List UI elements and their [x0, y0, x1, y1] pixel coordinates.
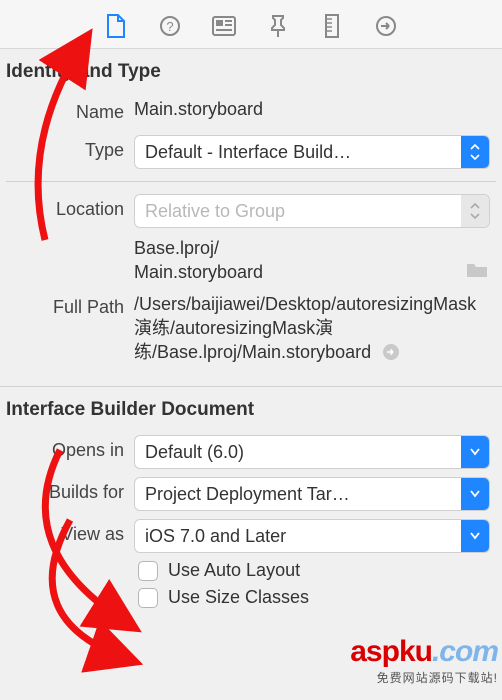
watermark-brand: aspku — [350, 635, 432, 668]
name-label: Name — [6, 97, 134, 127]
folder-icon — [466, 261, 488, 279]
opensin-value: Default (6.0) — [135, 442, 461, 463]
ruler-icon — [324, 14, 340, 38]
type-popup-value: Default - Interface Build… — [135, 142, 461, 163]
fullpath-text: /Users/baijiawei/Desktop/autoresizingMas… — [134, 294, 476, 362]
fullpath-label: Full Path — [6, 292, 134, 322]
watermark: aspku.com 免费网站源码下载站! — [350, 635, 498, 686]
sizeclasses-row: Use Size Classes — [0, 584, 502, 611]
fullpath-value: /Users/baijiawei/Desktop/autoresizingMas… — [134, 292, 496, 364]
use-autolayout-label: Use Auto Layout — [168, 560, 300, 581]
location-popup-value: Relative to Group — [135, 201, 461, 222]
buildsfor-value: Project Deployment Tar… — [135, 484, 461, 505]
file-icon — [106, 14, 126, 38]
identity-icon — [212, 16, 236, 36]
fullpath-row: Full Path /Users/baijiawei/Desktop/autor… — [0, 288, 502, 368]
pin-icon — [267, 14, 289, 38]
name-value[interactable]: Main.storyboard — [134, 97, 496, 121]
chevron-down-icon — [461, 436, 489, 468]
location-path: Base.lproj/ Main.storyboard — [134, 236, 466, 284]
viewas-value: iOS 7.0 and Later — [135, 526, 461, 547]
chevron-updown-icon — [461, 136, 489, 168]
chevron-down-icon — [461, 478, 489, 510]
svg-text:?: ? — [166, 19, 173, 34]
viewas-row: View as iOS 7.0 and Later — [0, 515, 502, 557]
location-path-row: Base.lproj/ Main.storyboard — [0, 232, 502, 288]
opensin-row: Opens in Default (6.0) — [0, 431, 502, 473]
file-inspector-tab[interactable] — [104, 14, 128, 38]
connections-icon — [375, 15, 397, 37]
use-sizeclasses-checkbox[interactable] — [138, 588, 158, 608]
quick-help-tab[interactable]: ? — [158, 14, 182, 38]
choose-folder-button[interactable] — [466, 261, 488, 284]
chevron-updown-icon — [461, 195, 489, 227]
attributes-inspector-tab[interactable] — [266, 14, 290, 38]
buildsfor-row: Builds for Project Deployment Tar… — [0, 473, 502, 515]
buildsfor-popup[interactable]: Project Deployment Tar… — [134, 477, 490, 511]
autolayout-row: Use Auto Layout — [0, 557, 502, 584]
type-row: Type Default - Interface Build… — [0, 131, 502, 173]
name-row: Name Main.storyboard — [0, 93, 502, 131]
chevron-down-icon — [461, 520, 489, 552]
identity-inspector-tab[interactable] — [212, 14, 236, 38]
size-inspector-tab[interactable] — [320, 14, 344, 38]
opensin-popup[interactable]: Default (6.0) — [134, 435, 490, 469]
ibdoc-section-title: Interface Builder Document — [0, 387, 502, 431]
use-autolayout-checkbox[interactable] — [138, 561, 158, 581]
type-label: Type — [6, 135, 134, 165]
inspector-tab-bar: ? — [0, 0, 502, 49]
viewas-label: View as — [6, 519, 134, 549]
reveal-in-finder-button[interactable] — [382, 342, 400, 362]
location-popup[interactable]: Relative to Group — [134, 194, 490, 228]
watermark-sub: 免费网站源码下载站! — [350, 669, 498, 686]
opensin-label: Opens in — [6, 435, 134, 465]
buildsfor-label: Builds for — [6, 477, 134, 507]
separator — [6, 181, 496, 182]
viewas-popup[interactable]: iOS 7.0 and Later — [134, 519, 490, 553]
use-sizeclasses-label: Use Size Classes — [168, 587, 309, 608]
watermark-tld: .com — [432, 635, 498, 668]
identity-section-title: Identity and Type — [0, 49, 502, 93]
help-icon: ? — [159, 15, 181, 37]
type-popup[interactable]: Default - Interface Build… — [134, 135, 490, 169]
connections-inspector-tab[interactable] — [374, 14, 398, 38]
location-row: Location Relative to Group — [0, 190, 502, 232]
arrow-right-circle-icon — [382, 343, 400, 361]
location-label: Location — [6, 194, 134, 224]
